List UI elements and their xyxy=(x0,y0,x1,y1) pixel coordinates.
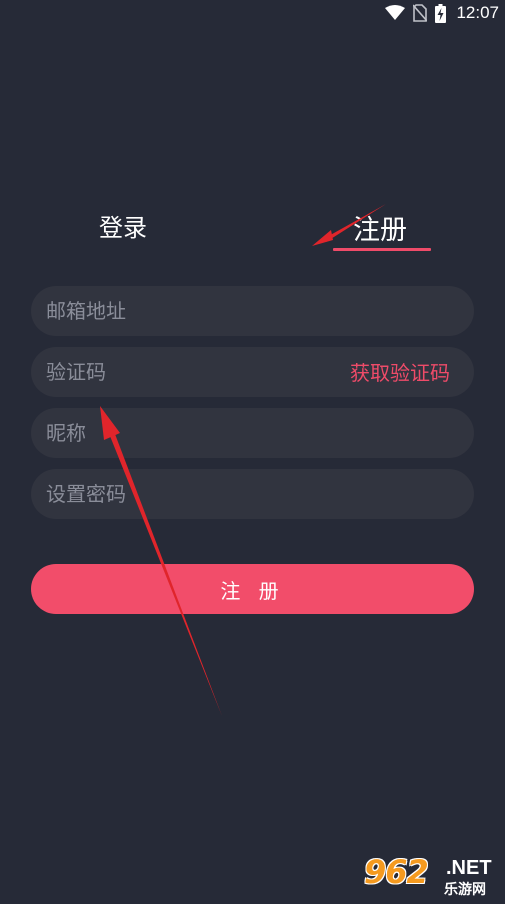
email-field[interactable] xyxy=(31,286,474,336)
active-tab-indicator xyxy=(333,248,431,251)
verification-code-input[interactable] xyxy=(46,347,326,397)
password-field[interactable] xyxy=(31,469,474,519)
watermark-logo: 962 xyxy=(364,853,429,891)
password-input[interactable] xyxy=(46,469,326,519)
no-sim-icon xyxy=(413,4,428,22)
status-bar: 12:07 xyxy=(0,0,505,26)
watermark: 962 .NET 乐游网 xyxy=(364,851,500,901)
get-code-button[interactable]: 获取验证码 xyxy=(350,347,450,397)
tab-login[interactable]: 登录 xyxy=(99,208,147,243)
battery-charging-icon xyxy=(435,3,447,23)
tab-register[interactable]: 注册 xyxy=(353,208,407,247)
nickname-input[interactable] xyxy=(46,408,326,458)
nickname-field[interactable] xyxy=(31,408,474,458)
watermark-site-name: 乐游网 xyxy=(444,882,486,898)
register-button[interactable]: 注 册 xyxy=(31,564,474,614)
status-time: 12:07 xyxy=(456,3,499,22)
wifi-icon xyxy=(385,5,406,20)
status-icons: 12:07 xyxy=(385,3,499,23)
watermark-domain: .NET xyxy=(446,857,492,879)
email-input[interactable] xyxy=(46,286,326,336)
verification-code-field[interactable]: 获取验证码 xyxy=(31,347,474,397)
